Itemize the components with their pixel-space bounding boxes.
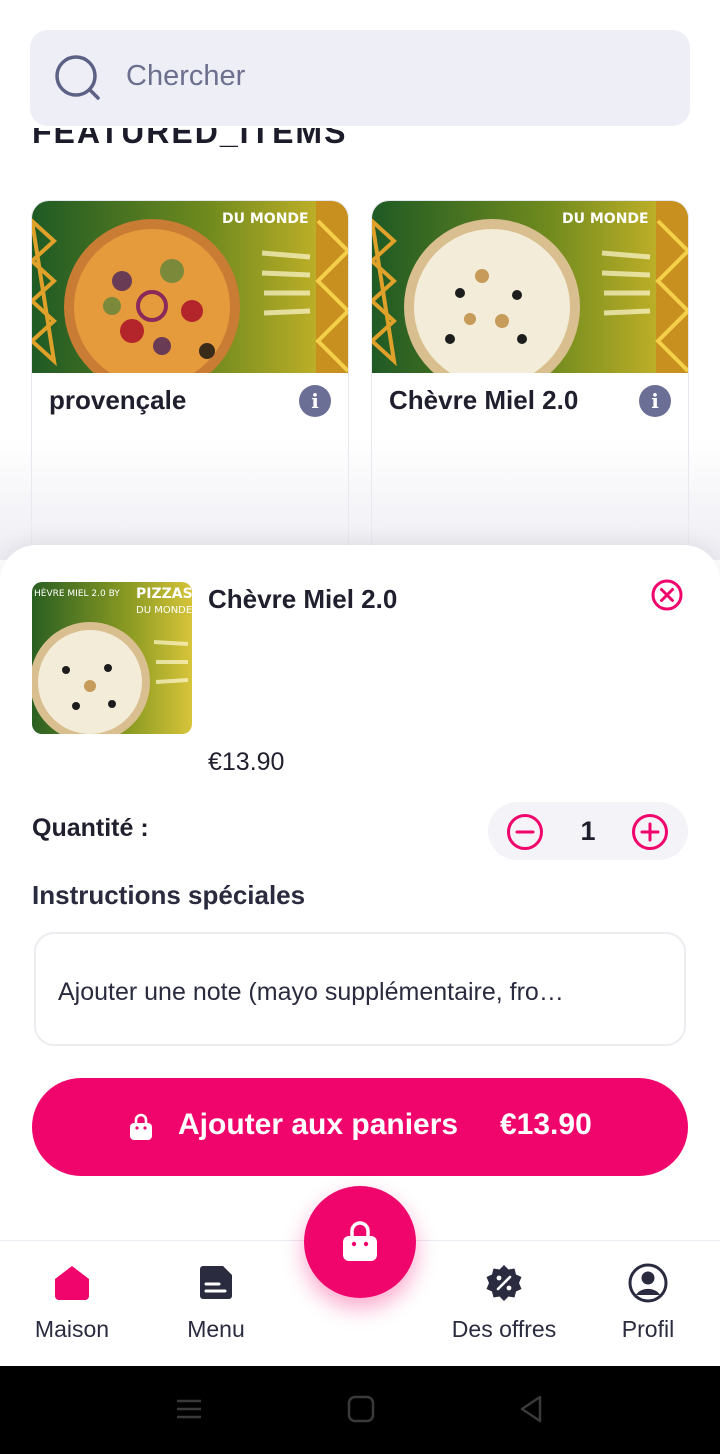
product-name: Chèvre Miel 2.0 — [389, 385, 579, 415]
product-name: provençale — [49, 385, 187, 415]
special-instructions-label: Instructions spéciales — [32, 880, 306, 910]
thumb-brand: PIZZAS — [136, 586, 192, 602]
nav-item-offers[interactable]: Des offres — [440, 1262, 568, 1343]
quantity-value: 1 — [580, 816, 596, 846]
thumb-sub: DU MONDE — [136, 605, 192, 616]
quantity-label: Quantité : — [32, 814, 149, 842]
backdrop-fade — [0, 440, 720, 560]
banner-text: DU MONDE — [562, 211, 649, 227]
decrement-icon[interactable] — [506, 813, 544, 851]
search-icon — [55, 55, 100, 100]
nav-label: Des offres — [451, 1316, 557, 1342]
home-button-icon[interactable] — [346, 1394, 376, 1424]
sheet-product-image: HÈVRE MIEL 2.0 BY PIZZAS DU MONDE — [32, 582, 192, 734]
menu-icon — [200, 1266, 232, 1299]
note-placeholder: Ajouter une note (mayo supplémentaire, f… — [58, 978, 564, 1006]
recent-apps-icon[interactable] — [174, 1394, 204, 1424]
nav-item-profile[interactable]: Profil — [612, 1262, 684, 1343]
search-input[interactable]: Chercher — [126, 60, 245, 93]
shopping-bag-icon — [130, 1113, 152, 1140]
product-image: DU MONDE — [32, 201, 348, 373]
nav-label: Menu — [187, 1316, 245, 1342]
profile-icon — [628, 1263, 668, 1303]
add-to-cart-button[interactable]: Ajouter aux paniers €13.90 — [32, 1078, 688, 1176]
shopping-bag-icon — [343, 1221, 377, 1261]
offers-icon — [486, 1265, 522, 1301]
back-icon[interactable] — [516, 1394, 546, 1424]
banner-text: DU MONDE — [222, 211, 309, 227]
info-icon[interactable]: i — [639, 385, 671, 417]
cart-fab-button[interactable] — [304, 1186, 416, 1298]
nav-item-home[interactable]: Maison — [30, 1262, 114, 1343]
add-to-cart-price: €13.90 — [500, 1108, 592, 1141]
thumb-caption: HÈVRE MIEL 2.0 BY — [34, 587, 120, 599]
system-navigation-bar — [0, 1366, 720, 1454]
increment-icon[interactable] — [631, 813, 669, 851]
nav-label: Profil — [621, 1316, 675, 1342]
sheet-product-price: €13.90 — [208, 748, 285, 776]
home-icon — [55, 1266, 89, 1300]
product-image: DU MONDE — [372, 201, 688, 373]
nav-item-menu[interactable]: Menu — [176, 1262, 256, 1343]
featured-heading: FEATURED_ITEMS — [32, 128, 348, 150]
nav-label: Maison — [34, 1316, 110, 1342]
sheet-product-title: Chèvre Miel 2.0 — [208, 584, 398, 614]
close-icon[interactable] — [650, 578, 684, 612]
quantity-stepper: 1 — [488, 802, 688, 860]
special-instructions-field[interactable]: Ajouter une note (mayo supplémentaire, f… — [34, 932, 686, 1046]
info-icon[interactable]: i — [299, 385, 331, 417]
add-to-cart-label: Ajouter aux paniers — [178, 1108, 459, 1141]
